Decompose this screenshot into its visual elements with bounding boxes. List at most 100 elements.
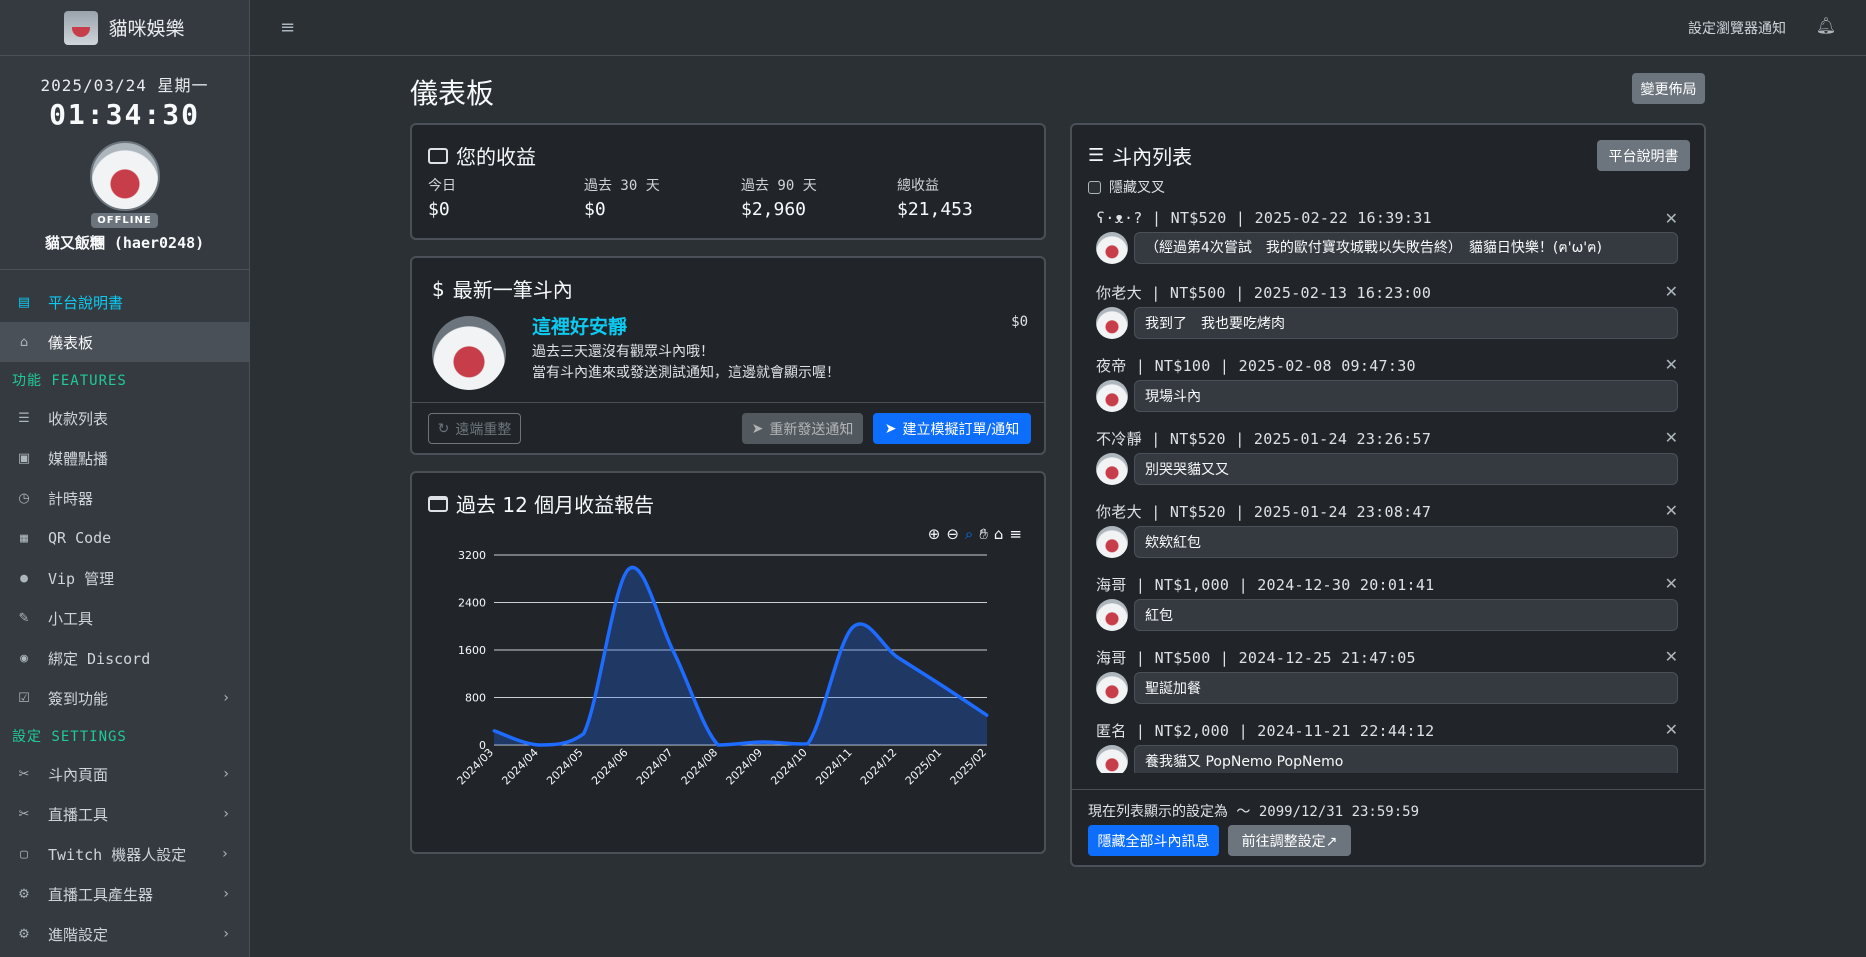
- close-icon[interactable]: ✕: [1665, 720, 1678, 739]
- change-layout-button[interactable]: 變更佈局: [1632, 73, 1705, 104]
- donation-item: ʕ·ᴥ·? | NT$520 | 2025-02-22 16:39:31 ✕ （經過…: [1096, 209, 1678, 264]
- hide-all-donations-button[interactable]: 隱藏全部斗內訊息: [1088, 825, 1219, 856]
- sidebar-item-guide[interactable]: ▤ 平台說明書: [0, 282, 249, 322]
- sidebar-item-label: 計時器: [48, 489, 94, 508]
- chevron-right-icon: ›: [223, 690, 229, 706]
- sidebar-item-stream-tools[interactable]: ✂ 直播工具 ›: [0, 794, 249, 834]
- donor-avatar: [1096, 380, 1128, 412]
- close-icon[interactable]: ✕: [1665, 501, 1678, 520]
- sidebar-item-timer[interactable]: ◷ 計時器: [0, 478, 249, 518]
- sidebar-item-qrcode[interactable]: ▦ QR Code: [0, 518, 249, 558]
- sidebar-item-discord[interactable]: ◉ 綁定 Discord: [0, 638, 249, 678]
- stat-total: 總收益 $21,453: [897, 175, 1037, 220]
- data-point: [671, 649, 675, 653]
- latest-line-2: 當有斗內進來或發送測試通知，這邊就會顯示喔！: [532, 365, 840, 381]
- data-point: [940, 684, 944, 688]
- donor-avatar: [1096, 307, 1128, 339]
- refresh-icon: ↻: [437, 420, 450, 437]
- donor-avatar: [1096, 599, 1128, 631]
- donation-message: 聖誕加餐: [1134, 672, 1678, 704]
- data-point: [537, 743, 541, 747]
- stat-value: $2,960: [741, 199, 807, 220]
- brand[interactable]: 貓咪娛樂: [0, 0, 249, 56]
- donation-item: 海哥 | NT$500 | 2024-12-25 21:47:05 ✕ 聖誕加餐: [1096, 647, 1678, 704]
- media-icon: ▣: [17, 450, 31, 466]
- donor-avatar: [1096, 745, 1128, 773]
- sidebar-item-label: 進階設定: [48, 925, 109, 944]
- sidebar-item-dashboard[interactable]: ⌂ 儀表板: [0, 322, 249, 362]
- hide-x-checkbox[interactable]: [1088, 180, 1101, 194]
- sidebar-item-label: 斗內頁面: [48, 765, 109, 784]
- sidebar-item-vip[interactable]: ● Vip 管理: [0, 558, 249, 598]
- data-point: [761, 740, 765, 744]
- twitch-icon: ▢: [20, 846, 28, 862]
- donation-meta: ʕ·ᴥ·? | NT$520 | 2025-02-22 16:39:31: [1096, 209, 1432, 227]
- sidebar-item-checkin[interactable]: ☑ 簽到功能 ›: [0, 678, 249, 718]
- tools-icon: ✂: [18, 806, 30, 822]
- sidebar-item-label: 平台說明書: [48, 293, 124, 312]
- dollar-icon: $: [432, 276, 445, 301]
- chevron-right-icon: ›: [223, 886, 229, 902]
- goto-settings-button[interactable]: 前往調整設定↗: [1228, 825, 1351, 856]
- x-tick-label: 2024/03: [455, 746, 497, 788]
- donation-message: 欸欸紅包: [1134, 526, 1678, 558]
- revenue-chart: 08001600240032002024/03 2024/04 2024/05 202…: [455, 549, 990, 788]
- resend-notify-button[interactable]: ➤ 重新發送通知: [742, 413, 863, 444]
- remote-reload-button[interactable]: ↻ 遠端重整: [428, 413, 521, 444]
- sidebar-item-donate-page[interactable]: ✂ 斗內頁面 ›: [0, 754, 249, 794]
- donation-item: 海哥 | NT$1,000 | 2024-12-30 20:01:41 ✕ 紅包: [1096, 574, 1678, 631]
- chart-menu-icon[interactable]: ≡: [1009, 525, 1022, 543]
- close-icon[interactable]: ✕: [1665, 647, 1678, 666]
- data-point: [626, 567, 630, 571]
- hamburger-menu-icon[interactable]: ≡: [280, 17, 295, 38]
- sidebar-item-label: 簽到功能: [48, 689, 109, 708]
- latest-title: 最新一筆斗內: [452, 278, 573, 302]
- create-mock-order-button[interactable]: ➤ 建立模擬訂單/通知: [873, 413, 1031, 444]
- sidebar-item-payments[interactable]: ☰ 收款列表: [0, 398, 249, 438]
- earnings-card: 您的收益 今日 $0 過去 30 天 $0 過去 90 天 $2,960 總收益…: [410, 123, 1046, 240]
- sidebar-item-advanced[interactable]: ⚙ 進階設定 ›: [0, 914, 249, 954]
- donation-meta: 海哥 | NT$500 | 2024-12-25 21:47:05: [1096, 649, 1416, 667]
- guide-button[interactable]: 平台說明書: [1597, 140, 1690, 171]
- hide-x-toggle[interactable]: 隱藏叉叉: [1088, 177, 1165, 197]
- document-icon: ▤: [17, 294, 31, 310]
- list-lines-icon: ☰: [1088, 145, 1105, 166]
- sidebar-item-media[interactable]: ▣ 媒體點播: [0, 438, 249, 478]
- donation-message: （經過第4次嘗試 我的歐付寶攻城戰以失敗告終） 貓貓日快樂！(ฅ'ω'ฅ): [1134, 232, 1678, 264]
- sidebar-item-label: 小工具: [48, 609, 94, 628]
- sidebar-item-label: Twitch 機器人設定: [48, 845, 187, 864]
- donation-item: 夜帝 | NT$100 | 2025-02-08 09:47:30 ✕ 現場斗內: [1096, 355, 1678, 412]
- chevron-right-icon: ›: [220, 846, 229, 862]
- send-icon: ➤: [751, 420, 764, 437]
- close-icon[interactable]: ✕: [1665, 574, 1678, 593]
- y-tick-label: 2400: [458, 597, 486, 610]
- sidebar: 貓咪娛樂 2025/03/24 星期一 01:34:30 OFFLINE 貓又飯…: [0, 0, 250, 957]
- stat-label: 過去 90 天: [741, 178, 817, 194]
- x-tick-label: 2024/10: [768, 746, 810, 788]
- x-tick-label: 2024/11: [813, 746, 855, 788]
- close-icon[interactable]: ✕: [1665, 355, 1678, 374]
- hide-x-label: 隱藏叉叉: [1109, 180, 1165, 196]
- x-tick-label: 2024/04: [499, 746, 541, 788]
- close-icon[interactable]: ✕: [1665, 209, 1678, 228]
- tools-icon: ✂: [18, 766, 30, 782]
- sidebar-item-widgets[interactable]: ✎ 小工具: [0, 598, 249, 638]
- browser-notify-link[interactable]: 設定瀏覽器通知: [1688, 18, 1786, 38]
- x-tick-label: 2024/07: [634, 746, 676, 788]
- stat-value: $21,453: [897, 199, 973, 220]
- donation-message: 別哭哭貓又又: [1134, 453, 1678, 485]
- donor-avatar: [1096, 672, 1128, 704]
- close-icon[interactable]: ✕: [1665, 428, 1678, 447]
- reset-home-icon[interactable]: ⌂: [994, 525, 1004, 543]
- sidebar-item-twitch-bot[interactable]: ▢ Twitch 機器人設定 ›: [0, 834, 249, 874]
- sidebar-item-generator[interactable]: ⚙ 直播工具產生器 ›: [0, 874, 249, 914]
- timer-icon: ◷: [18, 490, 30, 506]
- donation-list-card: ☰ 斗內列表 平台說明書 隱藏叉叉 ʕ·ᴥ·? | NT$520 | 2025-…: [1070, 123, 1706, 867]
- bell-icon[interactable]: 🔔︎: [1816, 16, 1836, 35]
- donation-item: 你老大 | NT$520 | 2025-01-24 23:08:47 ✕ 欸欸紅包: [1096, 501, 1678, 558]
- avatar[interactable]: [89, 141, 160, 211]
- stat-label: 今日: [428, 178, 456, 194]
- close-icon[interactable]: ✕: [1665, 282, 1678, 301]
- send-icon: ➤: [884, 420, 897, 437]
- donation-message: 現場斗內: [1134, 380, 1678, 412]
